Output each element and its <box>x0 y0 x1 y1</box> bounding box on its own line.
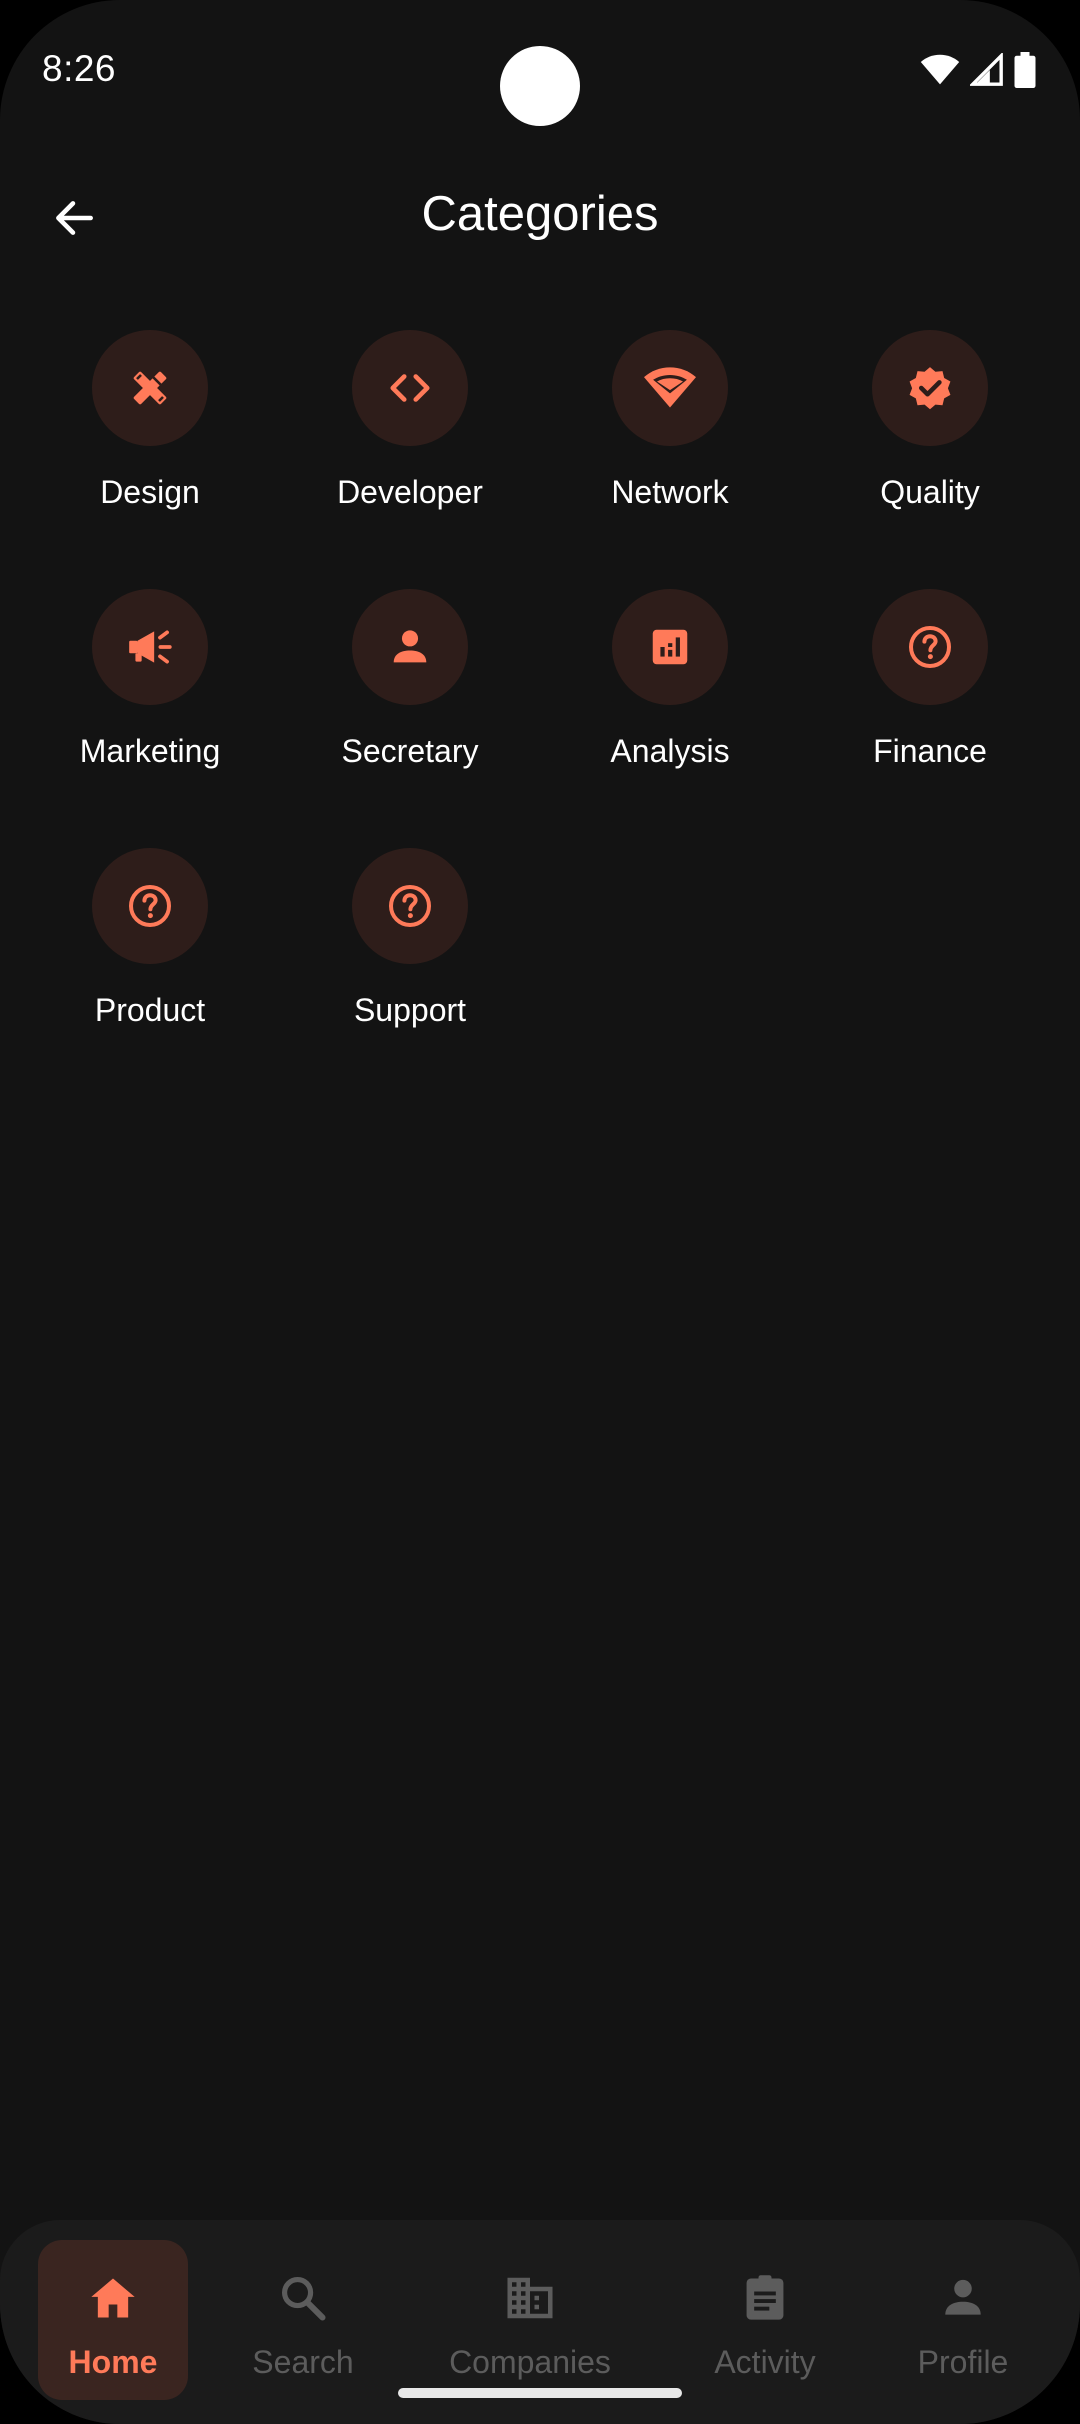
nav-label: Companies <box>449 2344 611 2380</box>
code-icon <box>390 374 430 402</box>
category-product[interactable]: Product <box>20 848 280 1107</box>
category-label: Quality <box>880 474 980 510</box>
design-tools-icon <box>133 371 167 405</box>
category-icon-circle <box>352 589 468 705</box>
nav-item-home[interactable]: Home <box>38 2220 188 2424</box>
verified-badge-icon <box>909 367 951 410</box>
nav-label: Profile <box>917 2344 1009 2380</box>
nav-label: Activity <box>714 2344 816 2380</box>
category-design[interactable]: Design <box>20 330 280 589</box>
category-icon-circle <box>872 330 988 446</box>
category-label: Developer <box>337 474 483 510</box>
wifi-icon <box>644 367 696 408</box>
category-developer[interactable]: Developer <box>280 330 540 589</box>
category-label: Marketing <box>79 733 221 769</box>
category-label: Design <box>100 474 200 510</box>
cell-signal-icon <box>970 53 1003 86</box>
front-camera <box>500 46 580 126</box>
category-support[interactable]: Support <box>280 848 540 1107</box>
gesture-home-indicator[interactable] <box>398 2388 682 2398</box>
category-icon-circle <box>612 330 728 446</box>
category-grid: Design Developer Network Quality Marketi… <box>20 330 1060 1107</box>
category-icon-circle <box>92 589 208 705</box>
category-label: Product <box>94 992 206 1028</box>
category-marketing[interactable]: Marketing <box>20 589 280 848</box>
status-icons <box>920 52 1036 88</box>
category-icon-circle <box>352 330 468 446</box>
category-icon-circle <box>92 848 208 964</box>
category-network[interactable]: Network <box>540 330 800 589</box>
page-title: Categories <box>421 187 659 241</box>
category-label: Secretary <box>341 733 479 769</box>
screen: 8:26 Categories Design Developer Network… <box>0 0 1080 2424</box>
building-icon <box>507 2277 553 2319</box>
category-quality[interactable]: Quality <box>800 330 1060 589</box>
category-secretary[interactable]: Secretary <box>280 589 540 848</box>
nav-item-search[interactable]: Search <box>228 2220 378 2424</box>
help-circle-icon <box>909 626 951 668</box>
nav-item-profile[interactable]: Profile <box>888 2220 1038 2424</box>
category-label: Support <box>353 992 467 1028</box>
category-label: Finance <box>873 733 987 769</box>
category-icon-circle <box>352 848 468 964</box>
person-icon <box>393 630 427 663</box>
home-icon <box>91 2278 135 2318</box>
nav-label: Search <box>252 2344 354 2380</box>
nav-item-activity[interactable]: Activity <box>690 2220 840 2424</box>
person-icon <box>945 2279 981 2315</box>
category-icon-circle <box>92 330 208 446</box>
category-icon-circle <box>612 589 728 705</box>
category-icon-circle <box>872 589 988 705</box>
campaign-megaphone-icon <box>129 630 172 664</box>
nav-label: Home <box>68 2344 158 2380</box>
status-time: 8:26 <box>42 48 117 89</box>
bottom-navigation: Home Search Companies Activity Profile <box>0 2220 1080 2424</box>
wifi-icon <box>920 54 960 85</box>
search-icon <box>281 2276 326 2321</box>
assignment-icon <box>746 2275 784 2320</box>
category-label: Analysis <box>610 733 730 769</box>
battery-icon <box>1014 52 1036 88</box>
category-finance[interactable]: Finance <box>800 589 1060 848</box>
help-circle-icon <box>389 885 431 927</box>
category-analysis[interactable]: Analysis <box>540 589 800 848</box>
help-circle-icon <box>129 885 171 927</box>
category-label: Network <box>611 474 729 510</box>
analytics-chart-icon <box>652 629 688 665</box>
